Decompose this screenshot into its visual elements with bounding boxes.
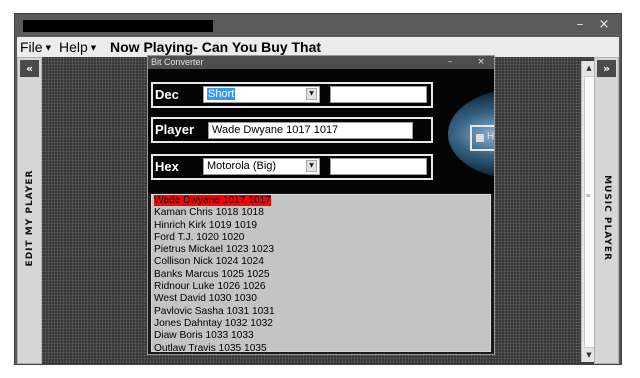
dropdown-arrow-icon: ▼ <box>90 44 97 53</box>
dialog-minimize-icon[interactable]: – <box>444 56 456 69</box>
close-icon[interactable]: × <box>595 16 613 34</box>
list-item-label: Collison Nick 1024 1024 <box>154 256 264 268</box>
list-item[interactable]: Outlaw Travis 1035 1035 <box>152 342 490 352</box>
dec-row: Dec Short ▼ <box>151 82 433 108</box>
help-menu-label: Help <box>59 39 88 55</box>
converter-form: Dec Short ▼ Player Wade Dwyane 1017 1017… <box>148 69 494 193</box>
list-item[interactable]: Diaw Boris 1033 1033 <box>152 330 490 342</box>
now-playing-text: Now Playing- Can You Buy That <box>110 39 322 55</box>
edit-my-player-label: EDIT MY PLAYER <box>25 169 35 267</box>
redacted-title <box>23 20 213 32</box>
edit-player-panel[interactable]: « EDIT MY PLAYER <box>17 57 42 364</box>
list-item[interactable]: Jones Dahntay 1032 1032 <box>152 318 490 330</box>
hex-type-select[interactable]: Motorola (Big) ▼ <box>203 158 320 175</box>
list-item-label: Pavlovic Sasha 1031 1031 <box>154 305 275 317</box>
scroll-grip-icon: ≡ <box>586 193 591 200</box>
list-item[interactable]: Ridnour Luke 1026 1026 <box>152 281 490 293</box>
list-item-label: Jones Dahntay 1032 1032 <box>154 317 273 329</box>
list-item[interactable]: Kaman Chris 1018 1018 <box>152 207 490 219</box>
dec-label: Dec <box>155 87 179 102</box>
dec-type-value: Short <box>207 88 236 100</box>
dialog-close-icon[interactable]: × <box>475 56 487 69</box>
list-item-label: Ridnour Luke 1026 1026 <box>154 281 266 293</box>
dec-type-select[interactable]: Short ▼ <box>203 86 320 103</box>
dropdown-arrow-icon: ▼ <box>45 44 51 53</box>
list-item-label: Pietrus Mickael 1023 1023 <box>154 244 275 256</box>
hex-value-input[interactable] <box>330 158 427 175</box>
list-item-label: Kaman Chris 1018 1018 <box>154 207 264 219</box>
player-input[interactable]: Wade Dwyane 1017 1017 <box>208 122 413 139</box>
dialog-title-bar: Bit Converter – × <box>148 56 494 69</box>
list-item-label: Ford T.J. 1020 1020 <box>154 231 245 243</box>
player-list[interactable]: Wade Dwyane 1017 1017 Kaman Chris 1018 10… <box>151 194 491 352</box>
checkbox-icon[interactable] <box>476 134 484 142</box>
music-player-panel[interactable]: » MUSIC PLAYER <box>594 57 619 364</box>
chevron-down-icon[interactable]: ▼ <box>306 88 317 100</box>
help-menu[interactable]: Help ▼ <box>59 37 96 58</box>
file-menu[interactable]: File ▼ <box>20 37 51 58</box>
list-item[interactable]: Pavlovic Sasha 1031 1031 <box>152 306 490 318</box>
list-item-label: Wade Dwyane 1017 1017 <box>154 195 271 206</box>
list-item[interactable]: Banks Marcus 1025 1025 <box>152 269 490 281</box>
menu-bar: File ▼ Help ▼ Now Playing- Can You Buy Tha… <box>17 37 619 57</box>
hex-type-value: Motorola (Big) <box>207 160 277 172</box>
file-menu-label: File <box>20 39 43 55</box>
expand-right-button[interactable]: » <box>597 60 616 77</box>
chevron-down-icon[interactable]: ▼ <box>306 160 317 172</box>
list-item[interactable]: Wade Dwyane 1017 1017 <box>152 195 490 207</box>
title-bar: – × <box>15 14 621 37</box>
hex-row: Hex Motorola (Big) ▼ <box>151 154 433 180</box>
player-row: Player Wade Dwyane 1017 1017 <box>151 117 433 143</box>
dec-value-input[interactable] <box>330 86 427 103</box>
hex-option-checkbox[interactable]: H <box>470 125 494 151</box>
bit-converter-dialog: Bit Converter – × Dec Short ▼ Player Wad… <box>147 55 495 355</box>
dialog-title: Bit Converter <box>151 57 204 67</box>
list-item-label: Outlaw Travis 1035 1035 <box>154 342 267 352</box>
list-item-label: Diaw Boris 1033 1033 <box>154 330 254 342</box>
list-item-label: Banks Marcus 1025 1025 <box>154 268 270 280</box>
list-item[interactable]: West David 1030 1030 <box>152 293 490 305</box>
checkbox-label: H <box>487 131 494 142</box>
list-item[interactable]: Pietrus Mickael 1023 1023 <box>152 244 490 256</box>
collapse-left-button[interactable]: « <box>20 60 39 77</box>
minimize-icon[interactable]: – <box>571 16 589 34</box>
music-player-label: MUSIC PLAYER <box>602 175 612 261</box>
list-item-label: West David 1030 1030 <box>154 293 257 305</box>
list-item[interactable]: Collison Nick 1024 1024 <box>152 256 490 268</box>
list-item-label: Hinrich Kirk 1019 1019 <box>154 219 258 231</box>
player-label: Player <box>155 122 195 137</box>
list-item[interactable]: Hinrich Kirk 1019 1019 <box>152 220 490 232</box>
hex-label: Hex <box>155 159 179 174</box>
list-item[interactable]: Ford T.J. 1020 1020 <box>152 232 490 244</box>
